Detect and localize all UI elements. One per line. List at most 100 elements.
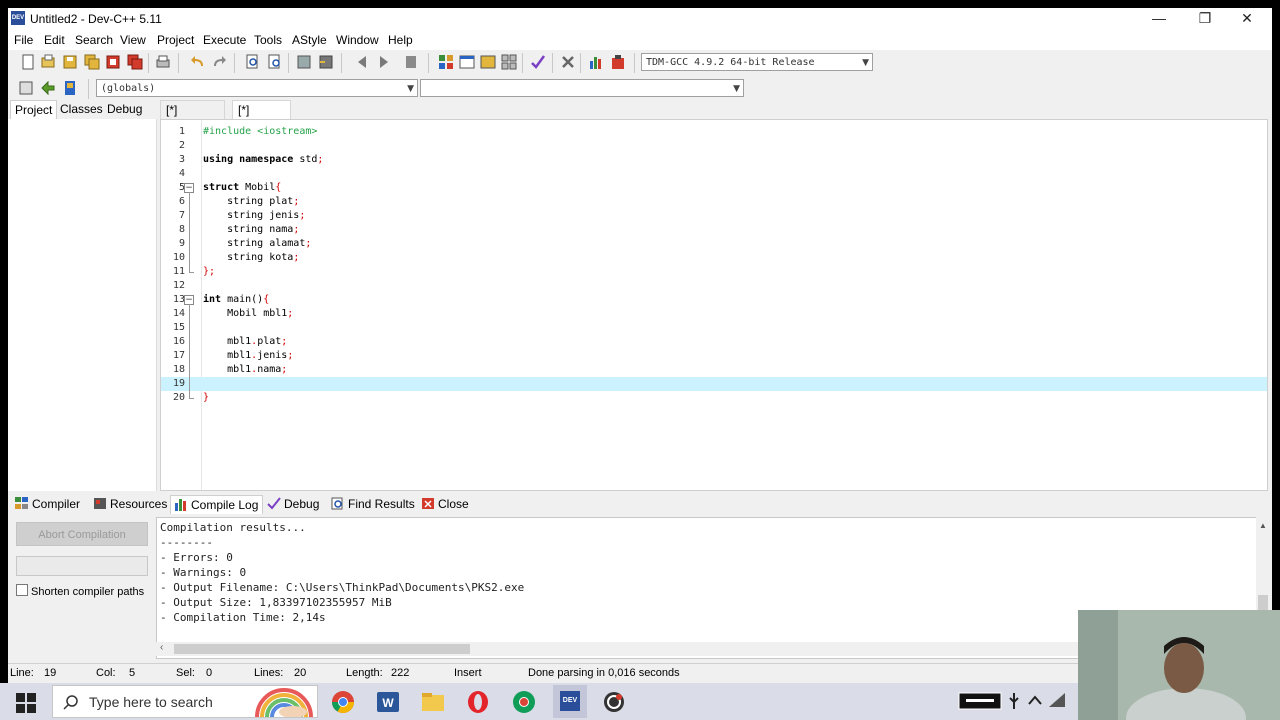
unindent-icon[interactable] xyxy=(317,53,335,71)
tab-resources[interactable]: Resources xyxy=(90,495,167,513)
minimize-button[interactable]: — xyxy=(1136,8,1182,30)
go-forward-icon[interactable] xyxy=(375,53,393,71)
windows-start-icon[interactable] xyxy=(16,693,36,713)
shorten-compiler-paths-label: Shorten compiler paths xyxy=(31,586,145,598)
wifi-icon[interactable] xyxy=(1048,692,1066,708)
scope-select[interactable]: (globals) ▼ xyxy=(96,79,418,97)
abort-compilation-button[interactable]: Abort Compilation xyxy=(16,522,148,546)
indent-icon[interactable] xyxy=(295,53,313,71)
close-window-button[interactable]: ✕ xyxy=(1224,8,1270,30)
compiler-select[interactable]: TDM-GCC 4.9.2 64-bit Release ▼ xyxy=(641,53,873,71)
toolbar-separator xyxy=(288,53,289,73)
member-select[interactable]: ▼ xyxy=(420,79,744,97)
profile-chart-icon[interactable] xyxy=(587,53,605,71)
menu-search[interactable]: Search xyxy=(75,33,113,47)
tab-pks2-cpp[interactable]: [*] PKS2.cpp xyxy=(160,100,226,136)
code-editor[interactable]: 1 #include <iostream> 2 3 using namespace … xyxy=(160,119,1268,491)
status-lines-label: Lines: xyxy=(254,667,284,679)
chrome-icon[interactable] xyxy=(328,687,358,717)
replace-icon[interactable] xyxy=(266,53,284,71)
class-browser-icon[interactable] xyxy=(479,53,497,71)
code-line: 7 string jenis; xyxy=(178,210,306,221)
chevron-down-icon: ▼ xyxy=(862,58,869,68)
code-text: mbl1.nama; xyxy=(203,364,288,375)
close-panel-label: Close xyxy=(438,497,469,511)
obs-recorder-icon[interactable] xyxy=(599,687,629,717)
stop-icon[interactable] xyxy=(559,53,577,71)
menu-edit[interactable]: Edit xyxy=(44,33,65,47)
close-file-icon[interactable] xyxy=(104,53,122,71)
code-line: 13− int main(){ xyxy=(172,294,270,305)
opera-icon[interactable] xyxy=(463,687,493,717)
tab-compiler[interactable]: Compiler xyxy=(12,495,80,513)
scroll-left-icon[interactable]: ‹ xyxy=(160,642,163,653)
save-icon[interactable] xyxy=(61,53,79,71)
menu-project[interactable]: Project xyxy=(157,33,194,47)
insert-icon[interactable] xyxy=(17,79,35,97)
toolbar-separator xyxy=(634,53,635,73)
code-text: using namespace std; xyxy=(203,154,324,165)
check-syntax-icon[interactable] xyxy=(529,53,547,71)
checkbox-square[interactable] xyxy=(16,584,28,596)
save-all-icon[interactable] xyxy=(83,53,101,71)
scroll-thumb[interactable] xyxy=(174,644,470,654)
bookmark-icon[interactable] xyxy=(402,53,420,71)
file-explorer-icon[interactable] xyxy=(418,687,448,717)
usb-icon[interactable] xyxy=(1008,693,1020,709)
code-text: #include <iostream> xyxy=(203,126,318,137)
open-file-icon[interactable] xyxy=(39,53,57,71)
code-text: mbl1.jenis; xyxy=(203,350,294,361)
close-panel-button[interactable]: Close xyxy=(418,495,469,513)
tab-project[interactable]: Project xyxy=(10,100,58,120)
debug-check-icon xyxy=(267,497,281,510)
tab-untitled2[interactable]: [*] Untitled2 xyxy=(232,100,292,136)
toolbar-separator xyxy=(88,79,89,99)
tab-find-results[interactable]: Find Results xyxy=(328,495,415,513)
menu-view[interactable]: View xyxy=(120,33,146,47)
chrome-profile-icon[interactable] xyxy=(509,687,539,717)
go-back-icon[interactable] xyxy=(353,53,371,71)
word-icon[interactable]: W xyxy=(373,687,403,717)
find-icon[interactable] xyxy=(244,53,262,71)
log-line: -------- xyxy=(160,536,213,549)
toolbar-separator xyxy=(580,53,581,73)
tab-debug-bottom[interactable]: Debug xyxy=(264,495,319,513)
code-line: 5− struct Mobil{ xyxy=(178,182,282,193)
tab-classes[interactable]: Classes xyxy=(56,100,107,119)
new-file-icon[interactable] xyxy=(19,53,37,71)
chevron-up-icon[interactable] xyxy=(1028,694,1042,706)
menu-astyle[interactable]: AStyle xyxy=(292,33,327,47)
menu-help[interactable]: Help xyxy=(388,33,413,47)
scroll-up-icon[interactable]: ▲ xyxy=(1259,521,1267,530)
undo-icon[interactable] xyxy=(189,53,207,71)
toolbar-separator xyxy=(148,53,149,73)
status-sel-label: Sel: xyxy=(176,667,195,679)
bookmark-toggle-icon[interactable] xyxy=(61,79,79,97)
fold-guide xyxy=(189,192,190,272)
code-line: 9 string alamat; xyxy=(178,238,312,249)
close-all-icon[interactable] xyxy=(126,53,144,71)
restore-button[interactable]: ❐ xyxy=(1182,8,1228,30)
print-icon[interactable] xyxy=(154,53,172,71)
tile-icon[interactable] xyxy=(500,53,518,71)
delete-profile-icon[interactable] xyxy=(609,53,627,71)
code-text: string plat; xyxy=(203,196,300,207)
keyboard-icon[interactable] xyxy=(958,692,1002,710)
shorten-compiler-paths-checkbox[interactable]: Shorten compiler paths xyxy=(16,584,144,598)
redo-icon[interactable] xyxy=(210,53,228,71)
menu-tools[interactable]: Tools xyxy=(254,33,282,47)
tab-compile-log[interactable]: Compile Log xyxy=(170,495,264,514)
menu-window[interactable]: Window xyxy=(336,33,379,47)
status-col-value: 5 xyxy=(129,667,136,679)
window-layout-icon[interactable] xyxy=(458,53,476,71)
grid-layout-icon[interactable] xyxy=(437,53,455,71)
menu-execute[interactable]: Execute xyxy=(203,33,246,47)
code-text: string kota; xyxy=(203,252,300,263)
taskbar-search-box[interactable]: Type here to search xyxy=(52,685,318,718)
tab-debug-left[interactable]: Debug xyxy=(103,100,146,119)
goto-icon[interactable] xyxy=(39,79,57,97)
menu-file[interactable]: File xyxy=(14,33,33,47)
toolbar-separator xyxy=(552,53,553,73)
dev-cpp-taskbar-button[interactable]: DEV xyxy=(553,685,587,718)
code-line: 18 mbl1.nama; xyxy=(172,364,288,375)
